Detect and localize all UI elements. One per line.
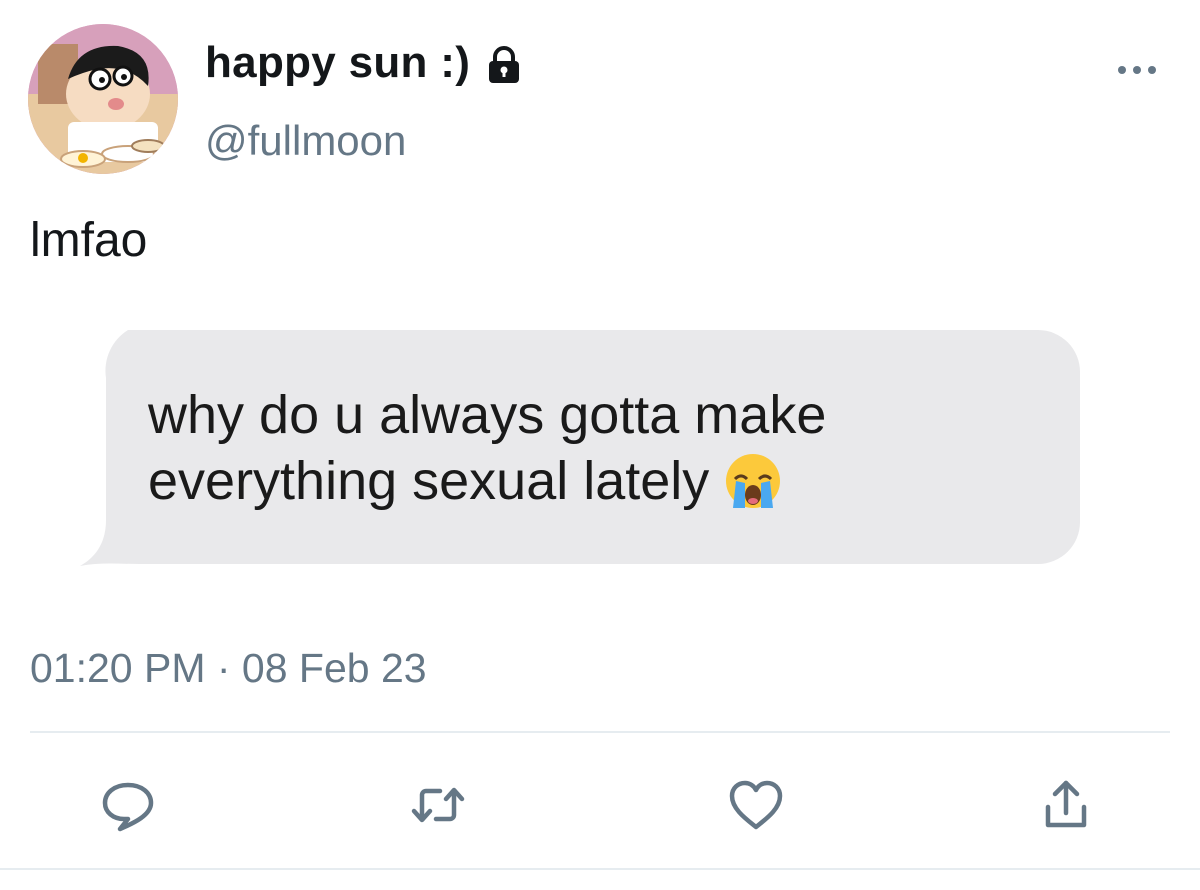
bottom-divider [0, 868, 1200, 870]
retweet-button[interactable] [408, 775, 468, 835]
loudly-crying-face-icon [723, 451, 783, 511]
handle[interactable]: @fullmoon [205, 117, 406, 165]
reply-button[interactable] [98, 775, 158, 835]
display-name[interactable]: happy sun :) [205, 38, 470, 88]
reply-icon [102, 782, 154, 832]
heart-icon [729, 780, 783, 830]
avatar[interactable] [28, 24, 178, 174]
divider [30, 731, 1170, 733]
timestamp[interactable]: 01:20 PM · 08 Feb 23 [30, 645, 427, 692]
message-text: why do u always gotta make everything se… [148, 382, 1048, 514]
retweet-icon [411, 787, 465, 823]
like-button[interactable] [726, 775, 786, 835]
more-icon[interactable] [1114, 60, 1160, 80]
display-name-row[interactable]: happy sun :) [205, 38, 524, 88]
tweet-text: lmfao [30, 214, 148, 267]
share-icon [1045, 780, 1087, 828]
avatar-illustration [28, 24, 178, 174]
lock-icon [484, 45, 524, 85]
attached-image[interactable]: why do u always gotta make everything se… [80, 330, 1080, 570]
share-button[interactable] [1036, 775, 1096, 835]
